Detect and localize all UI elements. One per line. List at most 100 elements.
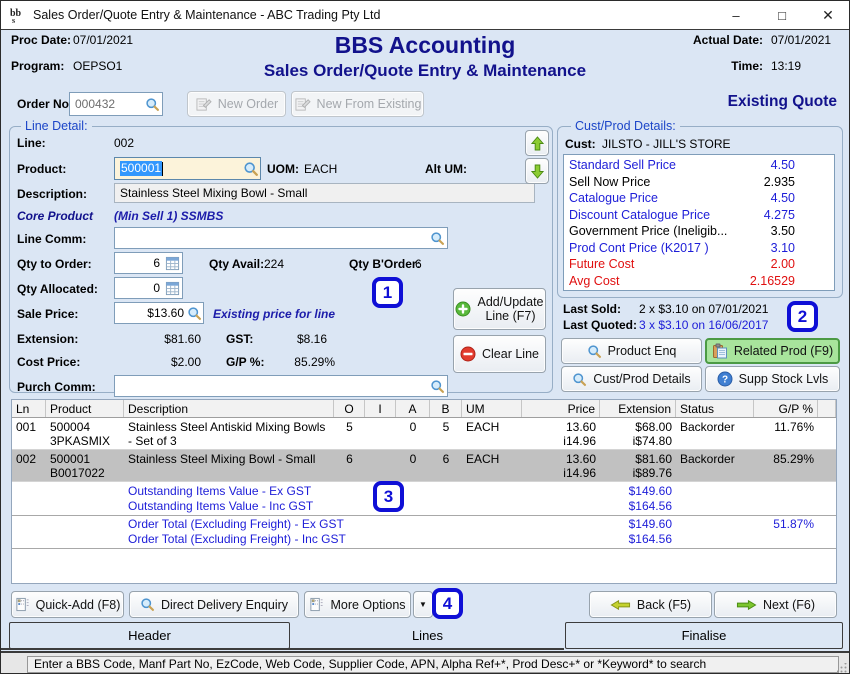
list-item[interactable]: Discount Catalogue Price4.275: [564, 207, 834, 224]
gp-label: G/P %:: [226, 355, 264, 369]
new-from-existing-icon: [294, 97, 311, 112]
qty-allocated-label: Qty Allocated:: [17, 282, 98, 296]
lines-table: Ln Product Description O I A B UM Price …: [11, 399, 837, 584]
qty-allocated-value: 0: [148, 281, 163, 295]
col-product[interactable]: Product: [46, 400, 124, 417]
col-a[interactable]: A: [396, 400, 430, 417]
list-item[interactable]: Prod Cont Price (K2017 )3.10: [564, 240, 834, 257]
col-extension[interactable]: Extension: [600, 400, 676, 417]
tab-finalise[interactable]: Finalise: [565, 622, 843, 649]
quick-add-button[interactable]: Quick-Add (F8): [11, 591, 124, 618]
more-options-button[interactable]: More Options: [304, 591, 411, 618]
qty-border-value: 6: [415, 257, 422, 271]
list-item[interactable]: Avg Cost2.16529: [564, 273, 834, 290]
text-caret: [162, 162, 163, 176]
list-item[interactable]: Future Cost2.00: [564, 256, 834, 273]
qty-to-order-input[interactable]: 6: [114, 252, 183, 274]
line-down-button[interactable]: [525, 158, 549, 184]
time-label: Time:: [657, 59, 763, 73]
price-listbox[interactable]: Standard Sell Price4.50 Sell Now Price2.…: [563, 154, 835, 291]
back-button[interactable]: Back (F5): [589, 591, 712, 618]
col-status[interactable]: Status: [676, 400, 754, 417]
arrow-up-icon: [531, 136, 544, 151]
list-item[interactable]: Government Price (Ineligib...3.50: [564, 223, 834, 240]
list-item[interactable]: Sell Now Price2.935: [564, 174, 834, 191]
qty-allocated-input[interactable]: 0: [114, 277, 183, 299]
alt-um-label: Alt UM:: [425, 162, 467, 176]
tab-header[interactable]: Header: [9, 622, 290, 649]
extension-value: $81.60: [131, 332, 201, 346]
qty-to-order-value: 6: [148, 256, 163, 270]
form-icon: [15, 597, 30, 612]
cust-value: JILSTO - JILL'S STORE: [602, 137, 731, 151]
clear-line-button[interactable]: Clear Line: [453, 335, 546, 373]
order-search-icon[interactable]: [143, 93, 162, 115]
direct-delivery-enquiry-button[interactable]: Direct Delivery Enquiry: [129, 591, 299, 618]
new-order-button[interactable]: New Order: [187, 91, 286, 117]
new-from-existing-button[interactable]: New From Existing: [291, 91, 424, 117]
line-detail-title: Line Detail:: [21, 119, 92, 133]
summary-row: Order Total (Excluding Freight) - Ex GST…: [12, 517, 836, 532]
sale-price-input[interactable]: $13.60: [114, 302, 204, 324]
order-mode-text: Existing Quote: [728, 93, 837, 111]
col-um[interactable]: UM: [462, 400, 522, 417]
tab-lines[interactable]: Lines: [290, 622, 565, 649]
last-sold-label: Last Sold:: [563, 302, 621, 316]
annotation-badge-2: 2: [787, 301, 818, 332]
new-from-existing-label: New From Existing: [317, 97, 422, 111]
supp-stock-lvls-button[interactable]: ? Supp Stock Lvls: [705, 366, 840, 392]
add-update-line-button[interactable]: Add/UpdateLine (F7): [453, 288, 546, 330]
purch-comm-search-icon[interactable]: [428, 376, 447, 396]
resize-grip[interactable]: [837, 663, 847, 673]
col-ln[interactable]: Ln: [12, 400, 46, 417]
table-row[interactable]: 001 5000043PKASMIX Stainless Steel Antis…: [12, 418, 836, 450]
qty-to-order-calculator-icon[interactable]: [163, 253, 182, 273]
new-order-icon: [195, 97, 212, 112]
product-input[interactable]: 500001: [114, 157, 261, 180]
form-icon: [309, 597, 324, 612]
product-label: Product:: [17, 162, 66, 176]
table-row-selected[interactable]: 002 500001B0017022 Stainless Steel Mixin…: [12, 450, 836, 482]
col-gp[interactable]: G/P %: [754, 400, 818, 417]
bbs-app-icon: bbs: [9, 6, 27, 24]
sale-price-search-icon[interactable]: [186, 303, 203, 323]
line-comm-input[interactable]: [114, 227, 448, 249]
search-icon: [587, 344, 602, 359]
col-description[interactable]: Description: [124, 400, 334, 417]
uom-value: EACH: [304, 162, 337, 176]
window-title: Sales Order/Quote Entry & Maintenance - …: [33, 8, 380, 22]
next-arrow-icon: [736, 599, 757, 611]
cost-price-value: $2.00: [131, 355, 201, 369]
cust-prod-details-button[interactable]: Cust/Prod Details: [561, 366, 702, 392]
product-enq-button[interactable]: Product Enq: [561, 338, 702, 364]
more-options-dropdown-button[interactable]: ▼: [413, 591, 433, 618]
maximize-icon[interactable]: □: [759, 1, 805, 29]
product-search-icon[interactable]: [241, 158, 260, 179]
next-button[interactable]: Next (F6): [714, 591, 837, 618]
uom-label: UOM:: [267, 162, 299, 176]
minimize-icon[interactable]: –: [713, 1, 759, 29]
qty-allocated-calculator-icon[interactable]: [163, 278, 182, 298]
close-icon[interactable]: ✕: [805, 1, 850, 29]
plus-icon: [455, 301, 471, 317]
summary-divider: [12, 548, 836, 549]
minus-icon: [460, 346, 476, 362]
clear-line-label: Clear Line: [482, 347, 539, 361]
cost-price-label: Cost Price:: [17, 355, 80, 369]
line-up-button[interactable]: [525, 130, 549, 156]
list-item[interactable]: Catalogue Price4.50: [564, 190, 834, 207]
cust-label: Cust:: [565, 137, 596, 151]
more-options-label: More Options: [330, 598, 405, 612]
col-price[interactable]: Price: [522, 400, 600, 417]
actual-date-value: 07/01/2021: [771, 33, 831, 47]
col-b[interactable]: B: [430, 400, 462, 417]
col-i[interactable]: I: [365, 400, 396, 417]
col-o[interactable]: O: [334, 400, 365, 417]
sale-price-label: Sale Price:: [17, 307, 78, 321]
purch-comm-input[interactable]: [114, 375, 448, 397]
order-no-field[interactable]: 000432: [69, 92, 163, 116]
line-comm-search-icon[interactable]: [428, 228, 447, 248]
sale-price-value: $13.60: [142, 306, 186, 320]
related-prod-button[interactable]: Related Prod (F9): [705, 338, 840, 364]
list-item[interactable]: Standard Sell Price4.50: [564, 157, 834, 174]
